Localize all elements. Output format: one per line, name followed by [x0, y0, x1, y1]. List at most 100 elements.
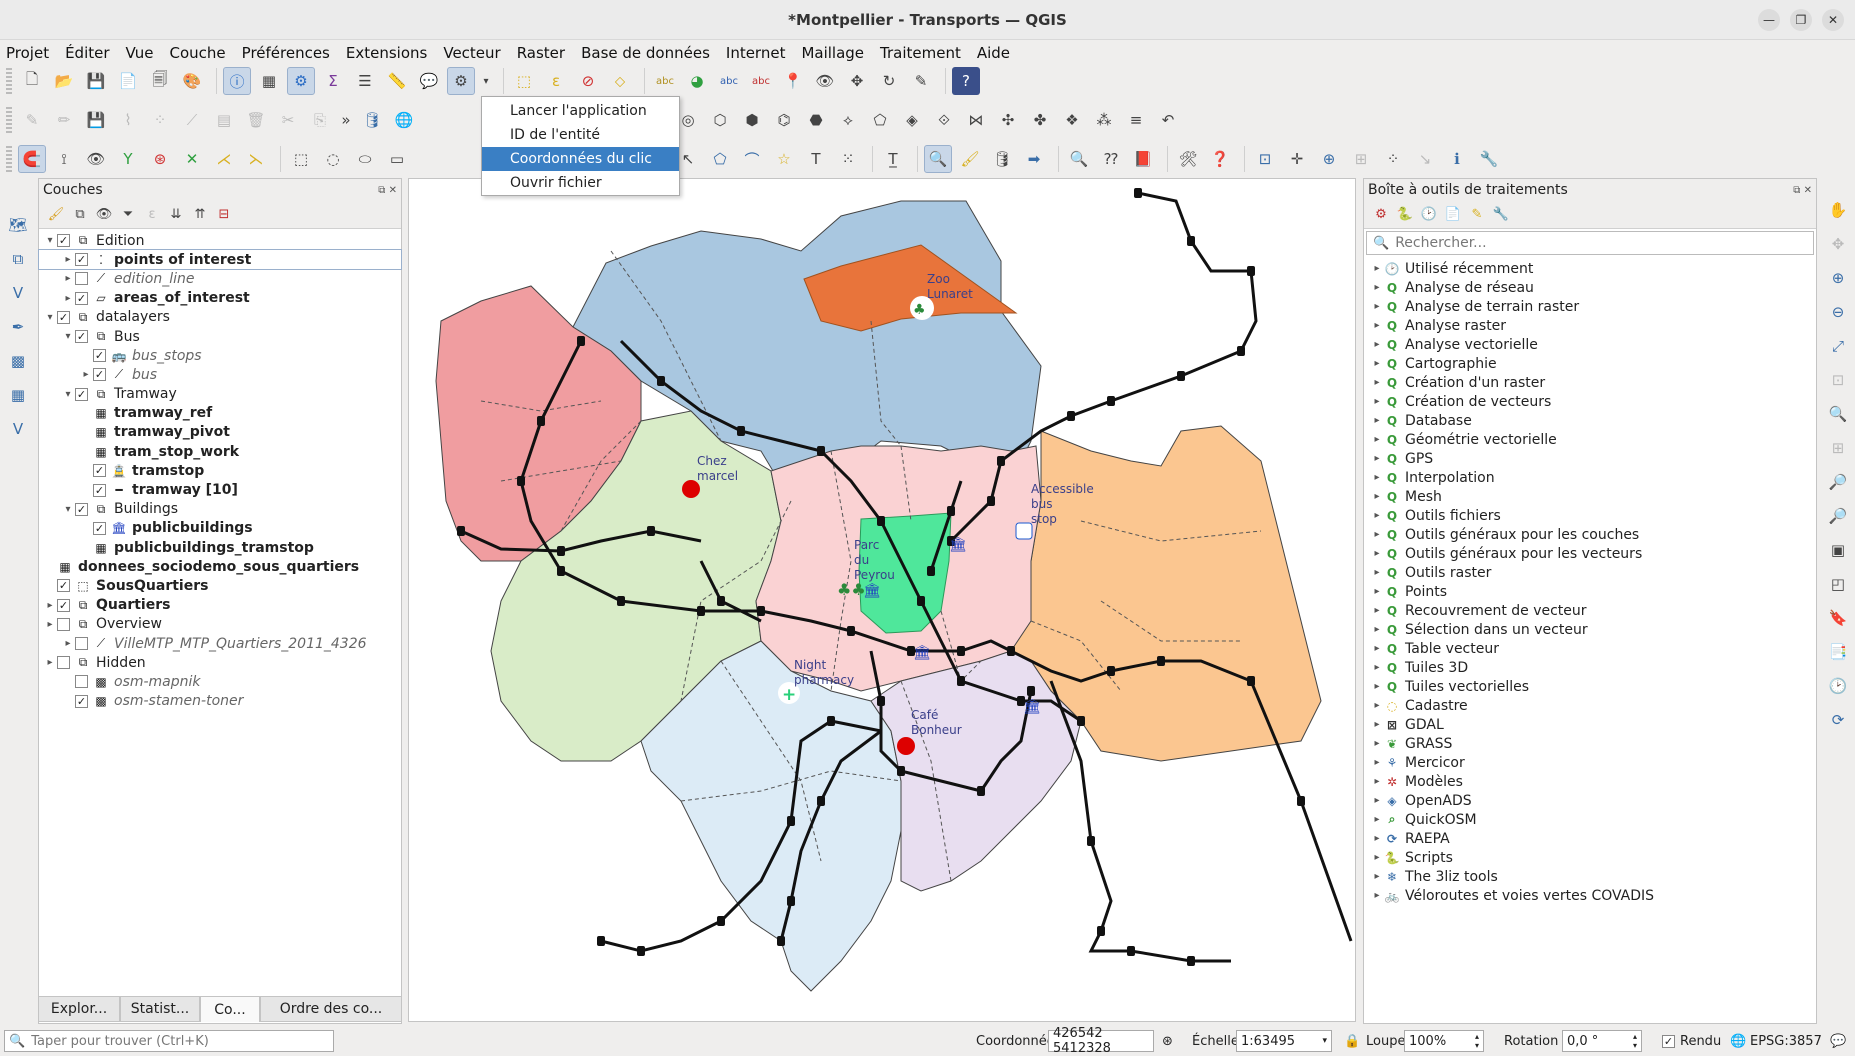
coordinate-field[interactable]: 426542 5412328 [1048, 1026, 1154, 1056]
map-canvas[interactable]: ♣ + ♣♣ 🏛 🏛 🏛 🏛 Zoo Lunaret Chez marcel A… [408, 178, 1356, 1022]
tram-stop-marker[interactable] [1097, 926, 1105, 936]
locator-search-input[interactable]: 🔍 Taper pour trouver (Ctrl+K) [4, 1030, 334, 1052]
filter-expression-icon[interactable]: ε [141, 204, 163, 226]
layer-tree-item[interactable]: ✓ 🚌 bus_stops [39, 346, 401, 365]
rotation-field[interactable]: 0,0 ° ▴ ▾ [1562, 1030, 1642, 1052]
minimize-icon[interactable]: — [1758, 9, 1780, 31]
zoom-next-icon[interactable]: 🔎 [1824, 502, 1852, 530]
tram-stop-marker[interactable] [827, 716, 835, 726]
layer-tree-item[interactable]: ✓ 🚊 tramstop [39, 461, 401, 480]
add-layer-icon[interactable]: ⧉ [4, 245, 32, 273]
history-icon[interactable]: 🕑 [1418, 204, 1440, 226]
expand-arrow-icon[interactable]: ▸ [61, 293, 75, 304]
expand-arrow-icon[interactable]: ▾ [43, 312, 57, 323]
expand-arrow-icon[interactable]: ▸ [1370, 472, 1384, 483]
expand-arrow-icon[interactable]: ▸ [1370, 605, 1384, 616]
layer-tree-item[interactable]: ▾ ✓ ⧉ Bus [39, 327, 401, 346]
copy-icon[interactable]: ⎘ [306, 106, 334, 134]
tram-stop-marker[interactable] [1107, 666, 1115, 676]
layer-tree-item[interactable]: ▾ ✓ ⧉ Edition [39, 231, 401, 250]
menu-projet[interactable]: Projet [6, 44, 49, 62]
tab-explorer[interactable]: Explor... [38, 996, 120, 1022]
save-project-icon[interactable]: 💾 [82, 67, 110, 95]
digitize-tool-16-icon[interactable]: ≡ [1122, 106, 1150, 134]
new-map-view-icon[interactable]: ▣ [1824, 536, 1852, 564]
crs-globe-icon[interactable]: 🌐 [1730, 1034, 1746, 1049]
layer-visibility-checkbox[interactable]: ✓ [57, 310, 70, 324]
new-3d-view-icon[interactable]: ◰ [1824, 570, 1852, 598]
layer-visibility-checkbox[interactable]: ✓ [57, 234, 70, 248]
tram-stop-marker[interactable] [657, 376, 665, 386]
layer-visibility-checkbox[interactable]: ✓ [57, 598, 70, 612]
expand-arrow-icon[interactable]: ▸ [1370, 757, 1384, 768]
toolbox-item[interactable]: ▸ Q Interpolation [1364, 468, 1816, 487]
layer-visibility-checkbox[interactable]: ✓ [93, 368, 106, 382]
tram-stop-marker[interactable] [537, 416, 545, 426]
toolbox-item[interactable]: ▸ Q Outils généraux pour les vecteurs [1364, 544, 1816, 563]
edits-icon[interactable]: ✎ [18, 106, 46, 134]
tram-stop-marker[interactable] [847, 626, 855, 636]
layer-tree-item[interactable]: ▦ tram_stop_work [39, 442, 401, 461]
layer-tree-item[interactable]: ▾ ✓ ⧉ datalayers [39, 308, 401, 327]
shape-tool-1-icon[interactable]: ⬚ [287, 145, 315, 173]
layer-visibility-checkbox[interactable] [57, 617, 70, 631]
tram-stop-marker[interactable] [927, 566, 935, 576]
statistics-icon[interactable]: Σ [319, 67, 347, 95]
add-wms-icon[interactable]: ▩ [4, 347, 32, 375]
menu-couche[interactable]: Couche [170, 44, 226, 62]
layout-manager-icon[interactable]: 🗐 [146, 67, 174, 95]
toolbox-item[interactable]: ▸ 🚲 Véloroutes et voies vertes COVADIS [1364, 886, 1816, 905]
shape-tool-4-icon[interactable]: ▭ [383, 145, 411, 173]
render-checkbox[interactable]: ✓ [1662, 1034, 1675, 1048]
expand-arrow-icon[interactable]: ▸ [1370, 890, 1384, 901]
layer-visibility-checkbox[interactable] [57, 656, 70, 670]
toolbox-item[interactable]: ▸ Q Outils fichiers [1364, 506, 1816, 525]
menu-preferences[interactable]: Préférences [242, 44, 330, 62]
layer-tree-item[interactable]: ▸ ⟋ VilleMTP_MTP_Quartiers_2011_4326 [39, 634, 401, 653]
star-annotation-icon[interactable]: ☆ [770, 145, 798, 173]
save-edits-icon[interactable]: 💾 [82, 106, 110, 134]
point-annotation-icon[interactable]: ⁙ [834, 145, 862, 173]
toolbox-item[interactable]: ▸ Q Tuiles vectorielles [1364, 677, 1816, 696]
digitize-tool-10-icon[interactable]: ⟐ [930, 106, 958, 134]
pan-hand-icon[interactable]: ✋ [1824, 196, 1852, 224]
digitize-tool-5-icon[interactable]: ⌬ [770, 106, 798, 134]
toolbox-item[interactable]: ▸ ⟳ RAEPA [1364, 829, 1816, 848]
actions-icon[interactable]: ⚙ [447, 67, 475, 95]
layer-visibility-checkbox[interactable] [75, 637, 88, 651]
snap-tool-5-icon[interactable]: ⋌ [210, 145, 238, 173]
tram-stop-marker[interactable] [1067, 411, 1075, 421]
polygon-annotation-icon[interactable]: ⬠ [706, 145, 734, 173]
edit-features-icon[interactable]: ✎ [1466, 204, 1488, 226]
select-location-icon[interactable]: ⬦ [606, 67, 634, 95]
results-icon[interactable]: 📄 [1442, 204, 1464, 226]
identify-icon[interactable]: ⓘ [223, 67, 251, 95]
add-group-icon[interactable]: ⧉ [69, 204, 91, 226]
expand-arrow-icon[interactable]: ▸ [1370, 871, 1384, 882]
snap-tool-3-icon[interactable]: ⊛ [146, 145, 174, 173]
tram-stop-marker[interactable] [457, 526, 465, 536]
expand-arrow-icon[interactable]: ▸ [1370, 662, 1384, 673]
layer-tool-2-icon[interactable]: ✛ [1283, 145, 1311, 173]
info-icon[interactable]: ℹ [1443, 145, 1471, 173]
expand-arrow-icon[interactable]: ▸ [43, 657, 57, 668]
toolbox-item[interactable]: ▸ Q Outils raster [1364, 563, 1816, 582]
expand-arrow-icon[interactable]: ▸ [1370, 358, 1384, 369]
tram-stop-marker[interactable] [817, 796, 825, 806]
toolbox-item[interactable]: ▸ Q Sélection dans un vecteur [1364, 620, 1816, 639]
tram-stop-marker[interactable] [1187, 236, 1195, 246]
tram-stop-marker[interactable] [787, 816, 795, 826]
digitize-tool-7-icon[interactable]: ⟡ [834, 106, 862, 134]
expand-arrow-icon[interactable]: ▸ [61, 638, 75, 649]
tram-stop-marker[interactable] [517, 476, 525, 486]
tram-stop-marker[interactable] [1177, 371, 1185, 381]
select-by-expression-icon[interactable]: ε [542, 67, 570, 95]
zoom-last-icon[interactable]: 🔎 [1824, 468, 1852, 496]
menu-editer[interactable]: Éditer [65, 44, 109, 62]
layer-visibility-checkbox[interactable]: ✓ [93, 464, 106, 478]
menu-vue[interactable]: Vue [126, 44, 154, 62]
temporal-icon[interactable]: 🕑 [1824, 672, 1852, 700]
layer-visibility-checkbox[interactable]: ✓ [93, 349, 106, 363]
line-annotation-icon[interactable]: ⌒ [738, 145, 766, 173]
expand-arrow-icon[interactable]: ▸ [1370, 776, 1384, 787]
